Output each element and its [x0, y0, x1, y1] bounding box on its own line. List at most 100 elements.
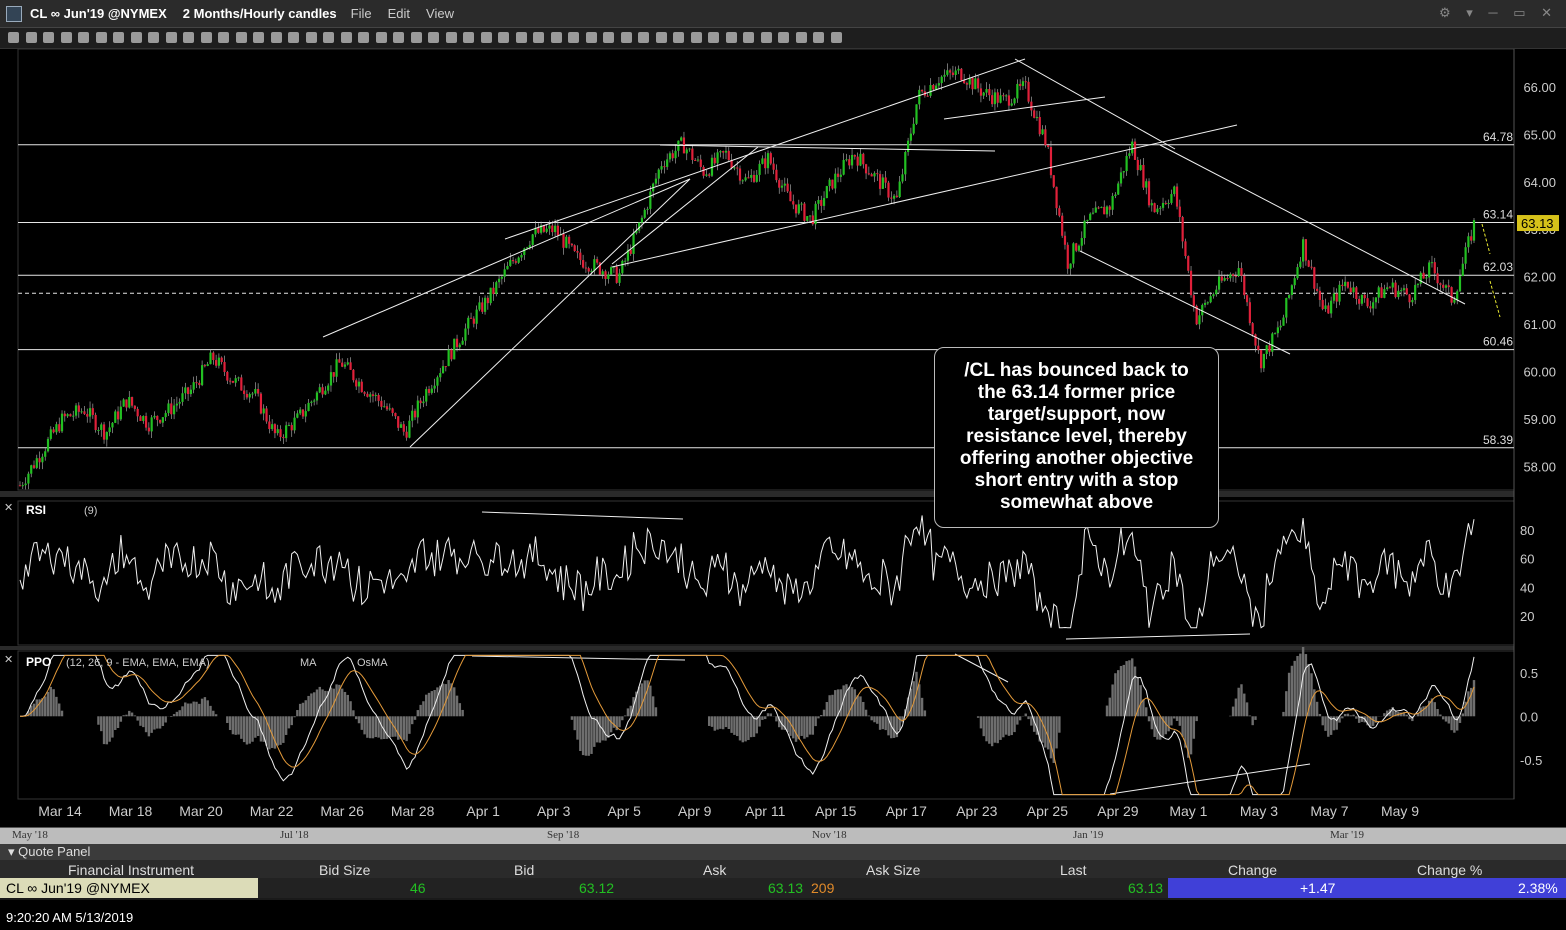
tool-button[interactable] — [78, 32, 89, 43]
menu-edit[interactable]: Edit — [388, 6, 410, 21]
tool-button[interactable] — [183, 32, 194, 43]
tool-button[interactable] — [60, 32, 72, 43]
osma-bar — [1346, 713, 1350, 717]
candle — [1122, 171, 1125, 173]
tool-button[interactable] — [708, 32, 719, 43]
tool-button[interactable] — [165, 32, 177, 43]
tool-button[interactable] — [655, 32, 667, 43]
tool-button[interactable] — [498, 32, 509, 43]
tool-button[interactable] — [8, 32, 19, 43]
candle — [1304, 239, 1308, 261]
osma-bar — [352, 710, 355, 717]
tool-button[interactable] — [95, 32, 107, 43]
quote-row[interactable]: CL ∞ Jun'19 @NYMEX 46 63.12 63.13 209 63… — [0, 878, 1566, 898]
osma-bar — [60, 710, 64, 717]
tool-button[interactable] — [550, 32, 562, 43]
collapse-icon[interactable]: ▾ — [8, 844, 18, 859]
tool-button[interactable] — [148, 32, 159, 43]
col-last[interactable]: Last — [1060, 862, 1086, 878]
tool-button[interactable] — [533, 32, 544, 43]
timeframe-selector[interactable]: 2 Months/Hourly candles — [183, 6, 337, 21]
y-tick-label: 61.00 — [1523, 317, 1556, 332]
candle — [542, 225, 545, 232]
chart-svg[interactable]: 66.0065.0064.0063.0062.0061.0060.0059.00… — [0, 48, 1566, 829]
candle — [363, 392, 366, 394]
chart-area[interactable]: 66.0065.0064.0063.0062.0061.0060.0059.00… — [0, 48, 1566, 829]
tool-button[interactable] — [235, 32, 247, 43]
tool-button[interactable] — [270, 32, 282, 43]
osma-bar — [811, 716, 815, 735]
tool-button[interactable] — [603, 32, 614, 43]
candle — [478, 302, 481, 310]
tool-button[interactable] — [795, 32, 807, 43]
tool-button[interactable] — [410, 32, 422, 43]
symbol-selector[interactable]: CL ∞ Jun'19 @NYMEX — [30, 6, 167, 21]
col-change[interactable]: Change — [1228, 862, 1277, 878]
quote-instrument[interactable]: CL ∞ Jun'19 @NYMEX — [0, 878, 258, 898]
tool-button[interactable] — [130, 32, 142, 43]
col-change-pct[interactable]: Change % — [1417, 862, 1482, 878]
candle — [1316, 288, 1319, 291]
tool-button[interactable] — [480, 32, 492, 43]
menu-view[interactable]: View — [426, 6, 454, 21]
tool-button[interactable] — [340, 32, 352, 43]
col-bid[interactable]: Bid — [514, 862, 534, 878]
osma-bar — [1046, 716, 1050, 750]
tool-button[interactable] — [778, 32, 789, 43]
window-controls[interactable]: ⚙ ▾ ─ ▭ ✕ — [1439, 5, 1558, 21]
tool-button[interactable] — [568, 32, 579, 43]
overview-scrollbar[interactable]: May '18 Jul '18 Sep '18 Nov '18 Jan '19 Mar '… — [0, 827, 1566, 844]
ppo-tick-label: -0.5 — [1520, 753, 1542, 768]
osma-bar — [892, 716, 896, 738]
osma-bar — [102, 716, 106, 745]
tool-button[interactable] — [813, 32, 824, 43]
tool-button[interactable] — [673, 32, 684, 43]
tool-button[interactable] — [463, 32, 474, 43]
col-instrument[interactable]: Financial Instrument — [68, 862, 194, 878]
tool-button[interactable] — [445, 32, 457, 43]
tool-button[interactable] — [428, 32, 439, 43]
candle — [1458, 276, 1462, 292]
candle — [402, 424, 405, 432]
col-ask-size[interactable]: Ask Size — [866, 862, 920, 878]
candle — [741, 180, 744, 182]
tool-button[interactable] — [323, 32, 334, 43]
menu-file[interactable]: File — [351, 6, 372, 21]
osma-bar — [293, 716, 296, 718]
tool-button[interactable] — [760, 32, 772, 43]
tool-button[interactable] — [253, 32, 264, 43]
candle — [483, 297, 487, 312]
tool-button[interactable] — [305, 32, 317, 43]
tool-button[interactable] — [743, 32, 754, 43]
candle — [360, 381, 363, 393]
tool-button[interactable] — [25, 32, 37, 43]
tool-button[interactable] — [218, 32, 229, 43]
osma-bar — [371, 716, 375, 739]
tool-button[interactable] — [620, 32, 632, 43]
candle — [366, 393, 369, 397]
candle — [887, 182, 890, 198]
tool-button[interactable] — [113, 32, 124, 43]
quote-panel-header[interactable]: ▾ Quote Panel — [0, 844, 1566, 860]
tool-button[interactable] — [830, 32, 842, 43]
osma-bar — [122, 715, 125, 717]
osma-bar — [1240, 684, 1243, 717]
tool-button[interactable] — [515, 32, 527, 43]
tool-button[interactable] — [358, 32, 369, 43]
tool-button[interactable] — [288, 32, 299, 43]
tool-button[interactable] — [393, 32, 404, 43]
tool-button[interactable] — [585, 32, 597, 43]
tool-button[interactable] — [200, 32, 212, 43]
col-ask[interactable]: Ask — [703, 862, 726, 878]
candle — [38, 458, 41, 463]
candle — [556, 225, 559, 236]
tool-button[interactable] — [725, 32, 737, 43]
tool-button[interactable] — [690, 32, 702, 43]
osma-bar — [1293, 660, 1296, 717]
tool-button[interactable] — [375, 32, 387, 43]
col-bid-size[interactable]: Bid Size — [319, 862, 370, 878]
tool-button[interactable] — [638, 32, 649, 43]
osma-bar — [1013, 716, 1016, 733]
y-tick-label: 66.00 — [1523, 80, 1556, 95]
tool-button[interactable] — [43, 32, 54, 43]
